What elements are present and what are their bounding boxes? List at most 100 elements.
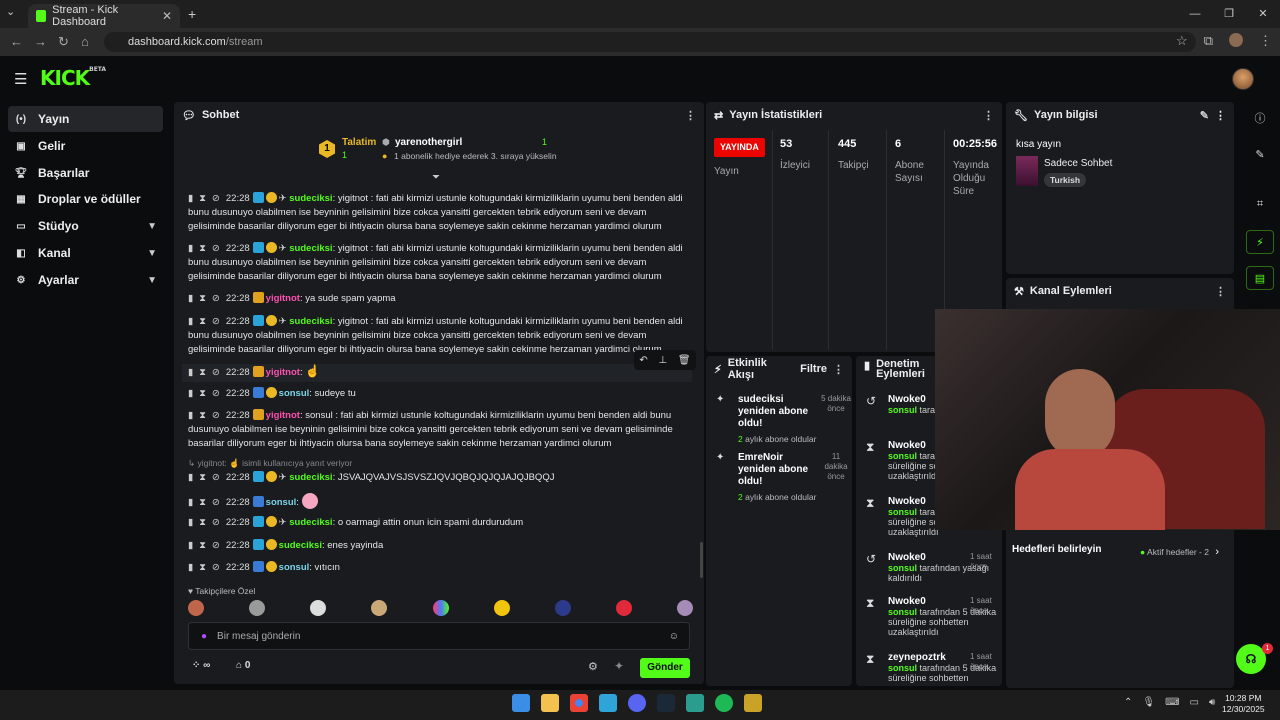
ban-icon[interactable]: ⊘ (212, 293, 220, 304)
notes-icon[interactable]: ▤ (1246, 266, 1274, 290)
pin-icon[interactable]: ▮ (188, 562, 193, 573)
app-icon[interactable] (744, 694, 762, 712)
pencil-icon[interactable]: ✎ (1246, 142, 1274, 166)
pin-icon[interactable]: ▮ (188, 316, 193, 327)
scan-icon[interactable]: ⌗ (1246, 192, 1274, 216)
timeout-icon[interactable]: ⧗ (199, 243, 206, 254)
pin-icon[interactable]: ▮ (188, 410, 193, 421)
discord-icon[interactable] (628, 694, 646, 712)
restore-icon[interactable]: ❐ (1212, 0, 1246, 28)
minimize-icon[interactable]: — (1178, 0, 1212, 28)
timeout-icon[interactable]: ⧗ (199, 293, 206, 304)
home-icon[interactable]: ⌂ (81, 34, 89, 49)
ban-icon[interactable]: ⊘ (212, 388, 220, 399)
browser-tab[interactable]: Stream - Kick Dashboard ✕ (28, 4, 180, 28)
timeout-icon[interactable]: ⧗ (199, 388, 206, 399)
reply-icon[interactable]: ↶ (639, 355, 647, 366)
timeout-icon[interactable]: ⧗ (199, 517, 206, 528)
emote-button[interactable] (310, 600, 327, 616)
message-user[interactable]: yigitnot (266, 293, 300, 304)
info-icon[interactable]: ⓘ (1246, 106, 1274, 130)
pin-icon[interactable]: ▮ (188, 293, 193, 304)
message-user[interactable]: sudeciksi (289, 193, 332, 204)
profile-avatar[interactable] (1229, 33, 1243, 47)
chat-message-input[interactable]: ● Bir mesaj gönderin ☺ (188, 622, 690, 650)
ban-icon[interactable]: ⊘ (212, 540, 220, 551)
chat-scrollbar[interactable] (700, 542, 703, 578)
mod-user[interactable]: Nwoke0 (888, 552, 926, 563)
pin-icon[interactable]: ▮ (188, 367, 193, 378)
spotify-icon[interactable] (715, 694, 733, 712)
mod-user[interactable]: Nwoke0 (888, 596, 926, 607)
timeout-icon[interactable]: ⧗ (199, 193, 206, 204)
chat-mode-indicator[interactable]: ⁘ ∞ (192, 660, 210, 671)
emote-button[interactable] (615, 600, 632, 616)
timeout-icon[interactable]: ⧗ (199, 497, 206, 508)
pin-icon[interactable]: ▮ (188, 243, 193, 254)
emote-button[interactable] (249, 600, 266, 616)
quick-action-icon[interactable]: ⚡︎ (1246, 230, 1274, 254)
message-user[interactable]: sudeciksi (279, 540, 322, 551)
forward-icon[interactable]: → (34, 34, 47, 49)
sidebar-item-basarilar[interactable]: 🏆︎ Başarılar (8, 160, 163, 186)
emote-button[interactable] (371, 600, 388, 616)
emote-button[interactable] (432, 600, 449, 616)
ban-icon[interactable]: ⊘ (212, 497, 220, 508)
message-user[interactable]: sonsul (279, 562, 310, 573)
pin-icon[interactable]: ▮ (188, 540, 193, 551)
channel-actions-menu-icon[interactable]: ⋮ (1215, 285, 1226, 298)
message-user[interactable]: sudeciksi (289, 517, 332, 528)
store-counter[interactable]: ⌂ 0 (236, 660, 250, 671)
user-avatar[interactable] (1232, 68, 1254, 90)
hamburger-menu-icon[interactable]: ☰ (14, 70, 27, 88)
mod-user[interactable]: Nwoke0 (888, 496, 926, 507)
app-icon[interactable] (686, 694, 704, 712)
timeout-icon[interactable]: ⧗ (199, 367, 206, 378)
pin-icon[interactable]: ▮ (188, 472, 193, 483)
browser-menu-icon[interactable]: ⋮ (1259, 33, 1272, 49)
mod-user[interactable]: Nwoke0 (888, 440, 926, 451)
message-user[interactable]: yigitnot (266, 410, 300, 421)
steam-icon[interactable] (657, 694, 675, 712)
sidebar-item-gelir[interactable]: ▣ Gelir (8, 133, 163, 159)
delete-icon[interactable]: 🗑︎ (678, 355, 691, 366)
message-user[interactable]: sonsul (279, 388, 310, 399)
sidebar-item-kanal[interactable]: ◧ Kanal ▼ (8, 240, 163, 266)
activity-menu-icon[interactable]: ⋮ (833, 363, 844, 376)
pin-icon[interactable]: ▮ (188, 497, 193, 508)
url-field[interactable]: dashboard.kick.com/stream (104, 32, 1196, 52)
mic-icon[interactable]: ● (201, 631, 207, 642)
kick-logo[interactable]: KICKBETA (40, 66, 106, 90)
stream-info-menu-icon[interactable]: ⋮ (1215, 109, 1226, 122)
mod-user[interactable]: Nwoke0 (888, 394, 926, 405)
pin-icon[interactable]: ▮ (188, 388, 193, 399)
ban-icon[interactable]: ⊘ (212, 193, 220, 204)
ban-icon[interactable]: ⊘ (212, 243, 220, 254)
app-icon[interactable] (599, 694, 617, 712)
chat-settings-icon[interactable]: ⚙ (588, 660, 598, 673)
ban-icon[interactable]: ⊘ (212, 517, 220, 528)
timeout-icon[interactable]: ⧗ (199, 562, 206, 573)
pin-icon[interactable]: ▮ (188, 517, 193, 528)
file-explorer-icon[interactable] (541, 694, 559, 712)
close-tab-icon[interactable]: ✕ (162, 9, 172, 23)
close-window-icon[interactable]: ✕ (1246, 0, 1280, 28)
chat-menu-icon[interactable]: ⋮ (685, 109, 696, 122)
bookmark-star-icon[interactable]: ☆ (1176, 33, 1188, 49)
pinned-user[interactable]: yarenothergirl (395, 137, 462, 148)
message-user[interactable]: yigitnot (266, 367, 300, 378)
message-user[interactable]: sonsul (266, 497, 297, 508)
back-icon[interactable]: ← (10, 34, 23, 49)
sidebar-item-ayarlar[interactable]: ⚙ Ayarlar ▼ (8, 267, 163, 293)
timeout-icon[interactable]: ⧗ (199, 472, 206, 483)
network-icon[interactable]: ▭ (1190, 697, 1199, 708)
pin-icon[interactable]: ▮ (188, 193, 193, 204)
active-goals[interactable]: ● Aktif hedefler - 2 › (1140, 546, 1219, 558)
system-clock[interactable]: 10:28 PM 12/30/2025 (1222, 693, 1265, 715)
collapse-pin-icon[interactable]: ⏷ (432, 172, 440, 183)
message-user[interactable]: sudeciksi (289, 243, 332, 254)
ban-icon[interactable]: ⊘ (212, 472, 220, 483)
emote-button[interactable] (677, 600, 693, 616)
sidebar-item-studyo[interactable]: ▭ Stüdyo ▼ (8, 213, 163, 239)
chrome-icon[interactable] (570, 694, 588, 712)
